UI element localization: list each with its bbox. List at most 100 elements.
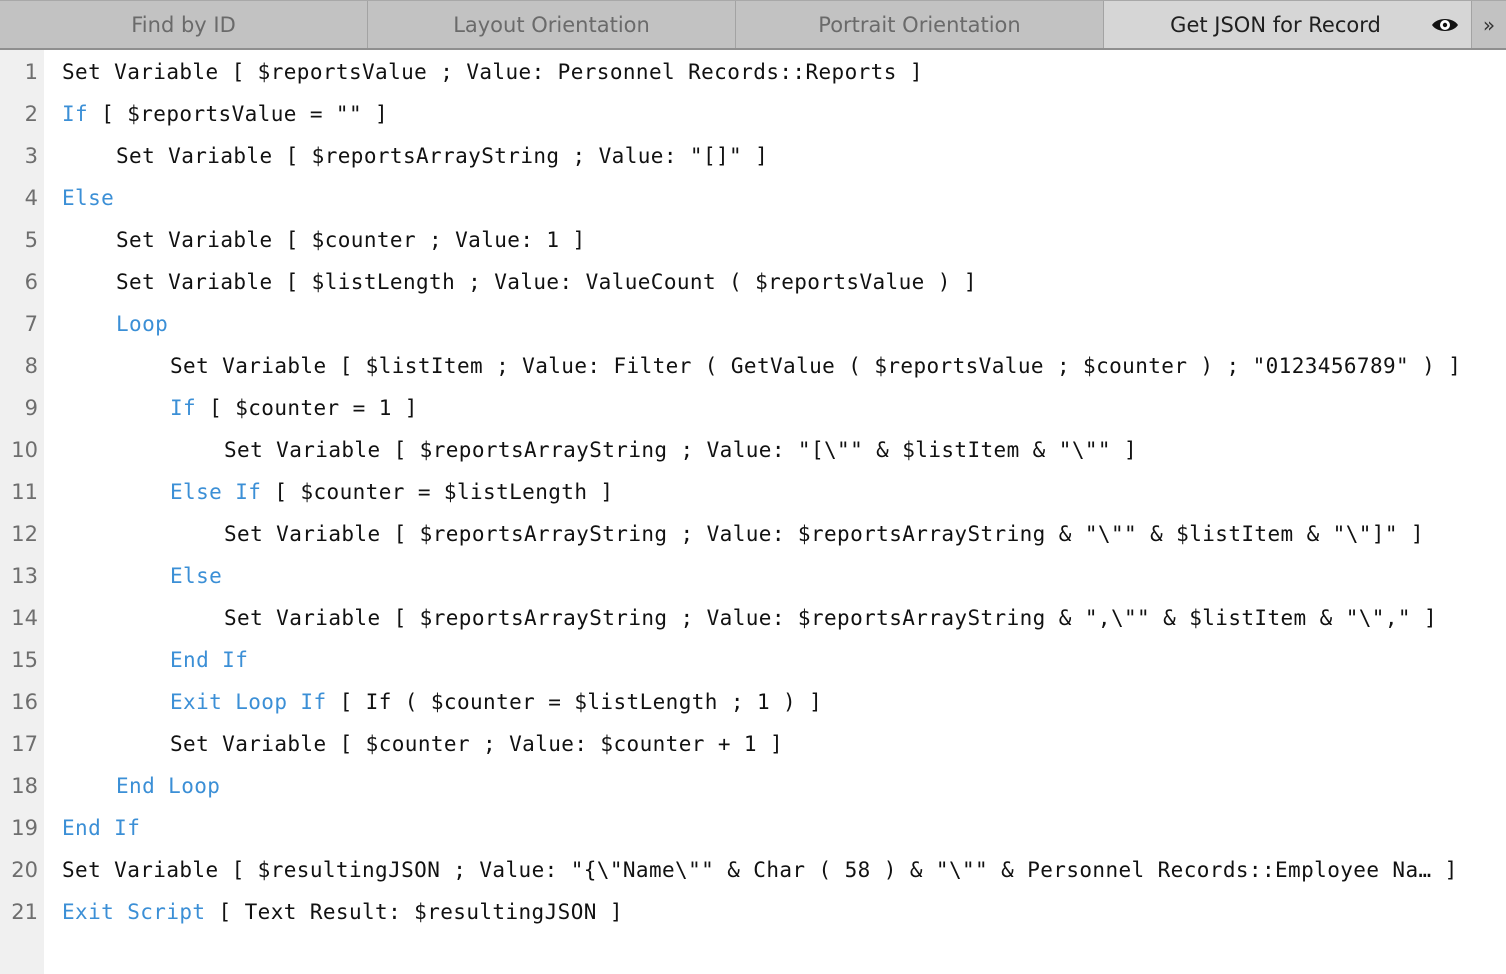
script-step: If [ $reportsValue = "" ]	[62, 93, 388, 135]
script-step: Set Variable [ $reportsArrayString ; Val…	[224, 429, 1137, 471]
script-step: End Loop	[116, 765, 220, 807]
step-name: End Loop	[116, 774, 221, 798]
script-step: Loop	[116, 303, 168, 345]
step-parameters: [ $listItem ; Value: Filter ( GetValue (…	[326, 354, 1462, 378]
step-name: Set Variable	[224, 606, 381, 630]
line-number: 10	[11, 438, 38, 462]
script-step-row[interactable]: 12 Set Variable [ $reportsArrayString ; V…	[0, 513, 1506, 555]
script-step: Set Variable [ $counter ; Value: $counte…	[170, 723, 783, 765]
line-number: 2	[24, 102, 38, 126]
step-parameters: [ If ( $counter = $listLength ; 1 ) ]	[326, 690, 823, 714]
step-name: If	[62, 102, 89, 126]
step-parameters: [ $reportsArrayString ; Value: "[\"" & $…	[380, 438, 1138, 462]
script-tab-bar: Find by ID Layout Orientation Portrait O…	[0, 0, 1506, 50]
script-step-row[interactable]: 19 End If	[0, 807, 1506, 849]
script-step-row[interactable]: 20 Set Variable [ $resultingJSON ; Value:…	[0, 849, 1506, 891]
eye-icon[interactable]	[1431, 16, 1459, 34]
line-number: 14	[11, 606, 38, 630]
script-step: Set Variable [ $listLength ; Value: Valu…	[116, 261, 977, 303]
tab-layout-orientation[interactable]: Layout Orientation	[368, 1, 736, 48]
step-name: Else If	[170, 480, 262, 504]
step-parameters: [ $reportsValue = "" ]	[88, 102, 389, 126]
step-parameters: [ $reportsArrayString ; Value: $reportsA…	[380, 522, 1424, 546]
line-number: 15	[11, 648, 38, 672]
tab-label: Get JSON for Record	[1170, 12, 1381, 37]
step-name: Set Variable	[170, 732, 327, 756]
step-name: Set Variable	[170, 354, 327, 378]
step-name: Set Variable	[224, 522, 381, 546]
step-name: Else	[170, 564, 223, 588]
line-number: 6	[24, 270, 38, 294]
script-step: End If	[62, 807, 140, 849]
script-step-row[interactable]: 21 Exit Script [ Text Result: $resultingJ…	[0, 891, 1506, 933]
script-step: Set Variable [ $reportsValue ; Value: Pe…	[62, 51, 923, 93]
line-number: 18	[11, 774, 38, 798]
script-step: Set Variable [ $resultingJSON ; Value: "…	[62, 849, 1458, 891]
step-parameters: [ $counter ; Value: 1 ]	[272, 228, 586, 252]
step-name: Set Variable	[62, 60, 219, 84]
step-parameters: [ $reportsValue ; Value: Personnel Recor…	[218, 60, 923, 84]
script-step: If [ $counter = 1 ]	[170, 387, 418, 429]
script-editor[interactable]: 1 Set Variable [ $reportsValue ; Value: P…	[0, 51, 1506, 933]
step-parameters: [ Text Result: $resultingJSON ]	[205, 900, 623, 924]
line-number: 8	[24, 354, 38, 378]
line-number: 13	[11, 564, 38, 588]
step-name: Set Variable	[224, 438, 381, 462]
line-number: 20	[11, 858, 38, 882]
chevron-double-right-icon: »	[1482, 12, 1496, 37]
tab-label: Portrait Orientation	[818, 12, 1021, 37]
script-step-row[interactable]: 9 If [ $counter = 1 ]	[0, 387, 1506, 429]
step-parameters: [ $counter = $listLength ]	[261, 480, 614, 504]
line-number: 9	[24, 396, 38, 420]
line-number: 11	[11, 480, 38, 504]
tab-get-json-for-record[interactable]: Get JSON for Record	[1104, 1, 1472, 48]
step-parameters: [ $listLength ; Value: ValueCount ( $rep…	[272, 270, 977, 294]
script-step: Else	[170, 555, 222, 597]
tab-label: Layout Orientation	[453, 12, 650, 37]
script-step-row[interactable]: 7 Loop	[0, 303, 1506, 345]
script-step-row[interactable]: 2 If [ $reportsValue = "" ]	[0, 93, 1506, 135]
script-step: Exit Loop If [ If ( $counter = $listLeng…	[170, 681, 822, 723]
script-step-row[interactable]: 10 Set Variable [ $reportsArrayString ; V…	[0, 429, 1506, 471]
script-step-row[interactable]: 4 Else	[0, 177, 1506, 219]
script-step-row[interactable]: 11 Else If [ $counter = $listLength ]	[0, 471, 1506, 513]
script-step: Exit Script [ Text Result: $resultingJSO…	[62, 891, 623, 933]
step-name: Set Variable	[116, 228, 273, 252]
script-step-row[interactable]: 8 Set Variable [ $listItem ; Value: Filte…	[0, 345, 1506, 387]
step-name: Set Variable	[116, 270, 273, 294]
step-name: If	[170, 396, 197, 420]
script-step-row[interactable]: 5 Set Variable [ $counter ; Value: 1 ]	[0, 219, 1506, 261]
script-step-row[interactable]: 16 Exit Loop If [ If ( $counter = $listLe…	[0, 681, 1506, 723]
step-parameters: [ $counter = 1 ]	[196, 396, 418, 420]
line-number: 12	[11, 522, 38, 546]
line-number: 19	[11, 816, 38, 840]
step-name: Set Variable	[62, 858, 219, 882]
step-name: Exit Script	[62, 900, 206, 924]
script-step-row[interactable]: 18 End Loop	[0, 765, 1506, 807]
script-step-row[interactable]: 1 Set Variable [ $reportsValue ; Value: P…	[0, 51, 1506, 93]
tab-portrait-orientation[interactable]: Portrait Orientation	[736, 1, 1104, 48]
step-name: Loop	[116, 312, 169, 336]
line-number: 17	[11, 732, 38, 756]
tab-find-by-id[interactable]: Find by ID	[0, 1, 368, 48]
script-step-row[interactable]: 6 Set Variable [ $listLength ; Value: Val…	[0, 261, 1506, 303]
line-number: 21	[11, 900, 38, 924]
step-name: Exit Loop If	[170, 690, 327, 714]
script-step: Set Variable [ $listItem ; Value: Filter…	[170, 345, 1461, 387]
tab-overflow-button[interactable]: »	[1472, 1, 1506, 48]
script-step: Else	[62, 177, 114, 219]
line-number: 16	[11, 690, 38, 714]
step-name: Else	[62, 186, 115, 210]
script-step-row[interactable]: 17 Set Variable [ $counter ; Value: $coun…	[0, 723, 1506, 765]
script-step-row[interactable]: 15 End If	[0, 639, 1506, 681]
script-step: Set Variable [ $reportsArrayString ; Val…	[224, 513, 1424, 555]
script-step-row[interactable]: 3 Set Variable [ $reportsArrayString ; Va…	[0, 135, 1506, 177]
step-parameters: [ $counter ; Value: $counter + 1 ]	[326, 732, 784, 756]
script-step-row[interactable]: 14 Set Variable [ $reportsArrayString ; V…	[0, 597, 1506, 639]
script-step-row[interactable]: 13 Else	[0, 555, 1506, 597]
script-step: Set Variable [ $reportsArrayString ; Val…	[116, 135, 768, 177]
script-step: Else If [ $counter = $listLength ]	[170, 471, 613, 513]
step-parameters: [ $reportsArrayString ; Value: "[]" ]	[272, 144, 769, 168]
line-number: 1	[24, 60, 38, 84]
step-parameters: [ $resultingJSON ; Value: "{\"Name\"" & …	[218, 858, 1458, 882]
